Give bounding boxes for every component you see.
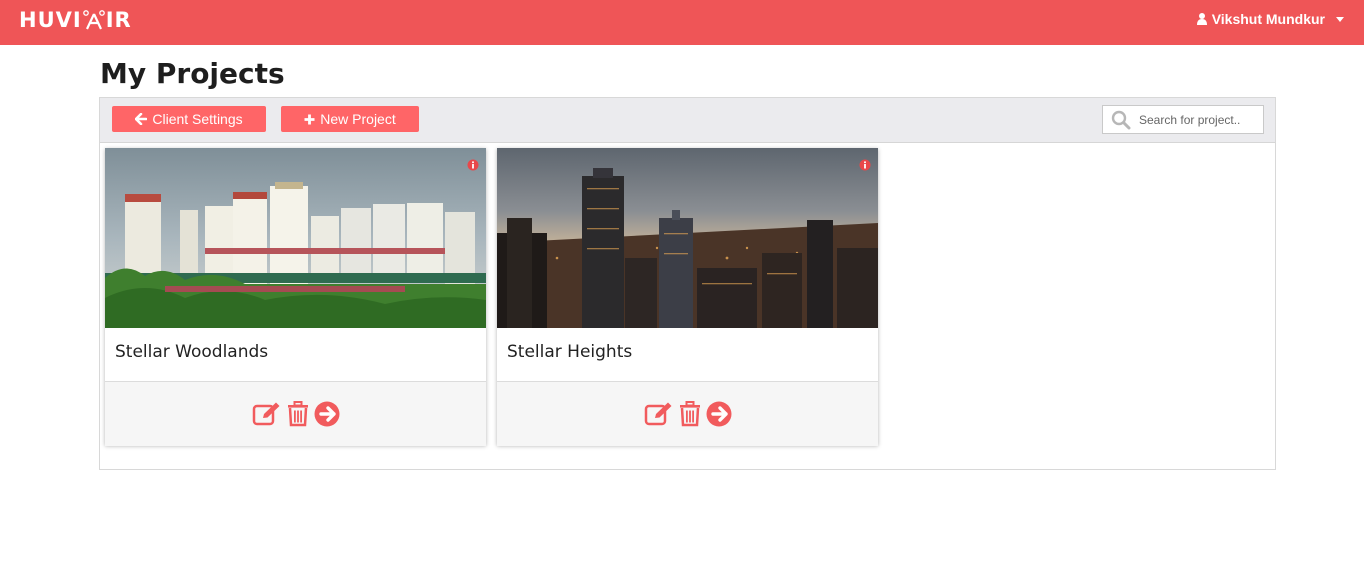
brand-logo[interactable]: HUVI IR (19, 8, 132, 32)
user-icon (1196, 13, 1207, 25)
open-project-button[interactable] (314, 401, 340, 427)
project-name[interactable]: Stellar Heights (507, 342, 632, 362)
project-card[interactable]: Stellar Woodlands (105, 148, 486, 446)
projects-panel: Client Settings New Project Search for p… (99, 97, 1276, 470)
new-project-button[interactable]: New Project (281, 106, 419, 132)
trash-icon (287, 401, 308, 427)
new-project-label: New Project (320, 111, 396, 127)
caret-down-icon (1336, 16, 1344, 22)
project-actions (497, 381, 878, 446)
drone-logo-icon (82, 10, 105, 30)
project-search[interactable] (1102, 105, 1264, 134)
arrow-circle-right-icon (314, 401, 339, 427)
client-settings-label: Client Settings (152, 111, 243, 127)
plus-icon (304, 114, 315, 124)
search-icon (1111, 110, 1131, 129)
user-menu[interactable]: Vikshut Mundkur (1196, 11, 1344, 27)
info-icon[interactable] (467, 159, 479, 171)
info-icon[interactable] (859, 159, 871, 171)
trash-icon (679, 401, 700, 427)
open-project-button[interactable] (706, 401, 732, 427)
project-thumbnail[interactable] (105, 148, 486, 328)
page-title: My Projects (100, 57, 285, 90)
project-actions (105, 381, 486, 446)
search-input[interactable] (1137, 111, 1259, 128)
top-navbar: HUVI IR Vikshut Mundkur (0, 0, 1364, 45)
project-thumbnail[interactable] (497, 148, 878, 328)
edit-project-button[interactable] (644, 401, 674, 427)
arrow-circle-right-icon (706, 401, 731, 427)
projects-toolbar: Client Settings New Project (100, 98, 1275, 143)
project-photo-woodlands (105, 148, 486, 328)
project-name[interactable]: Stellar Woodlands (115, 342, 268, 362)
arrow-left-icon (135, 113, 148, 125)
project-photo-heights (497, 148, 878, 328)
delete-project-button[interactable] (287, 401, 309, 427)
user-name: Vikshut Mundkur (1211, 11, 1325, 27)
project-card[interactable]: Stellar Heights (497, 148, 878, 446)
client-settings-button[interactable]: Client Settings (112, 106, 266, 132)
edit-project-button[interactable] (252, 401, 282, 427)
delete-project-button[interactable] (679, 401, 701, 427)
edit-icon (252, 402, 279, 426)
logo-part-ir: IR (105, 8, 132, 32)
edit-icon (644, 402, 671, 426)
logo-part-huvi: HUVI (19, 8, 82, 32)
